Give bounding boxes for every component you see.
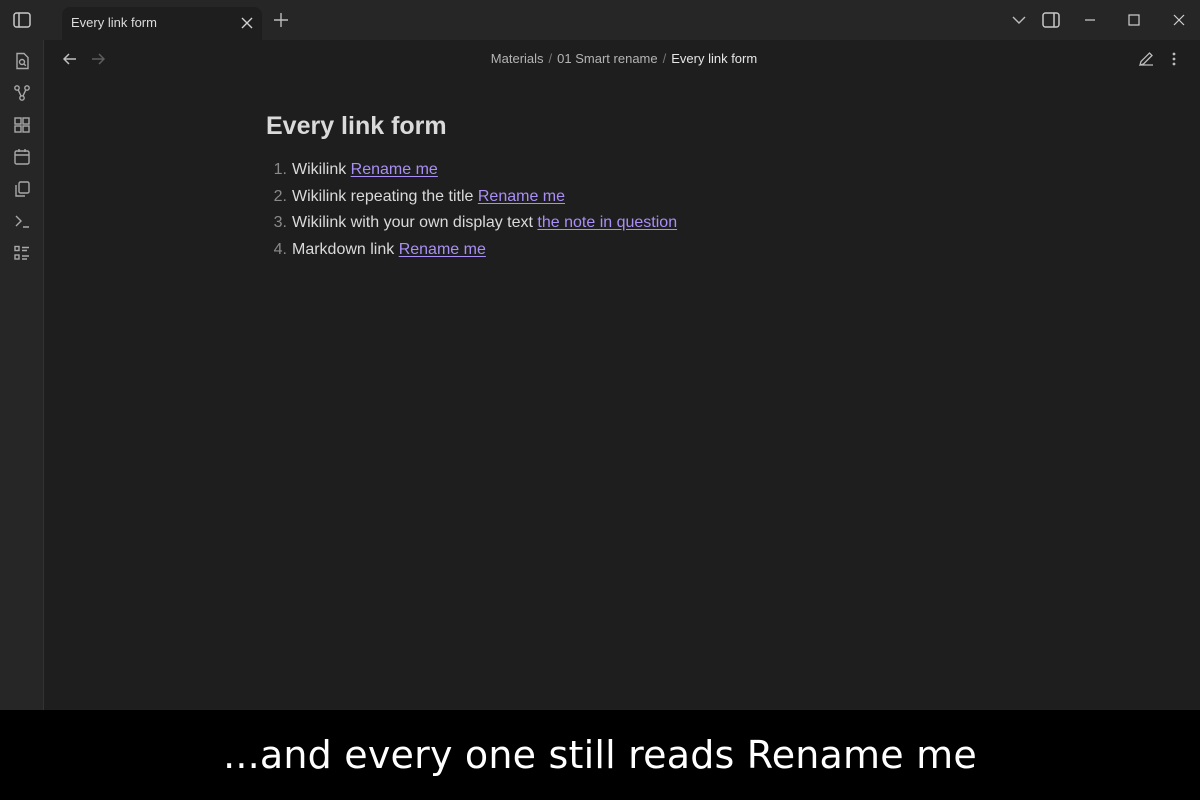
left-ribbon — [0, 40, 44, 710]
more-icon[interactable] — [1162, 48, 1186, 70]
caption-bar: ...and every one still reads Rename me — [0, 710, 1200, 800]
list-item-text: Wikilink — [292, 161, 351, 178]
breadcrumb-item-smart-rename[interactable]: 01 Smart rename — [557, 51, 657, 66]
edit-icon[interactable] — [1134, 48, 1158, 70]
calendar-icon[interactable] — [11, 146, 33, 168]
title-bar: Every link form — [0, 0, 1200, 40]
list-number: 4. — [273, 240, 287, 258]
right-sidebar-icon[interactable] — [1036, 5, 1066, 35]
list-number: 1. — [273, 161, 287, 178]
breadcrumb-current[interactable]: Every link form — [671, 51, 757, 66]
sidebar-toggle-icon[interactable] — [7, 5, 37, 35]
maximize-icon[interactable] — [1119, 5, 1149, 35]
terminal-icon[interactable] — [11, 210, 33, 232]
tab-title: Every link form — [71, 15, 157, 30]
link-list: 1. Wikilink Rename me 2. Wikilink repeatin… — [266, 159, 677, 265]
minimize-icon[interactable] — [1075, 5, 1105, 35]
internal-link[interactable]: Rename me — [351, 161, 438, 178]
arrow-right-icon[interactable] — [86, 48, 110, 70]
breadcrumb-separator: / — [548, 51, 553, 66]
breadcrumb-item-materials[interactable]: Materials — [491, 51, 544, 66]
list-item-text: Markdown link — [292, 240, 399, 258]
caption-text: ...and every one still reads Rename me — [223, 733, 977, 777]
list-item: 3. Wikilink with your own display text th… — [266, 212, 677, 239]
arrow-left-icon[interactable] — [58, 48, 82, 70]
internal-link[interactable]: the note in question — [537, 214, 677, 231]
list-item: 4. Markdown link Rename me — [266, 239, 677, 266]
list-number: 3. — [273, 214, 287, 231]
markdown-link[interactable]: Rename me — [399, 241, 486, 258]
new-tab-plus-icon[interactable] — [266, 5, 296, 35]
breadcrumb: Materials / 01 Smart rename / Every link for… — [300, 51, 948, 66]
tab-every-link-form[interactable]: Every link form — [62, 7, 262, 40]
list-number: 2. — [273, 187, 287, 205]
list-item-text: Wikilink with your own display text — [292, 214, 538, 231]
copy-icon[interactable] — [11, 178, 33, 200]
canvas-icon[interactable] — [11, 114, 33, 136]
internal-link[interactable]: Rename me — [478, 188, 565, 205]
note-title: Every link form — [266, 112, 447, 140]
list-item: 2. Wikilink repeating the title Rename me — [266, 186, 677, 213]
close-window-icon[interactable] — [1164, 5, 1194, 35]
chevron-down-icon[interactable] — [1004, 5, 1034, 35]
breadcrumb-separator: / — [662, 51, 667, 66]
graph-icon[interactable] — [11, 82, 33, 104]
list-item: 1. Wikilink Rename me — [266, 159, 677, 186]
list-item-text: Wikilink repeating the title — [292, 187, 478, 205]
list-icon[interactable] — [11, 242, 33, 264]
file-search-icon[interactable] — [11, 50, 33, 72]
tab-close-icon[interactable] — [235, 11, 259, 35]
